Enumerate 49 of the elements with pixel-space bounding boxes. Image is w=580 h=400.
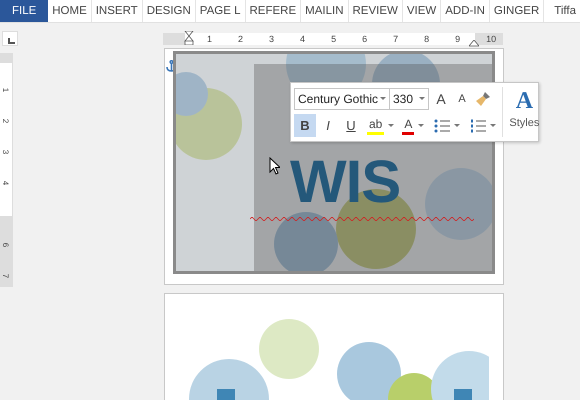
ribbon-tab[interactable]: DESIGN [142, 0, 196, 22]
numbered-list-icon[interactable] [470, 118, 486, 132]
grow-font-button[interactable]: A [432, 90, 450, 106]
ruler-number: 4 [1, 180, 10, 186]
user-name[interactable]: Tiffa [544, 0, 580, 22]
ruler-number: 10 [486, 33, 496, 45]
ruler-number: 1 [207, 33, 212, 45]
dropdown-arrow-icon[interactable] [454, 124, 460, 127]
italic-button[interactable]: I [317, 114, 339, 137]
heading-text: WIS [290, 152, 400, 212]
ruler-number: 3 [1, 150, 10, 154]
ribbon-tab[interactable]: MAILIN [301, 0, 348, 22]
font-size-field[interactable]: 330 [389, 88, 429, 110]
ruler-number: 9 [455, 33, 460, 45]
indent-marker-icon[interactable] [184, 31, 194, 45]
ruler-number: 3 [269, 33, 274, 45]
ruler-number: 8 [424, 33, 430, 45]
ribbon-tab[interactable]: INSERT [92, 0, 143, 22]
font-color-button[interactable]: A [402, 116, 414, 134]
dropdown-arrow-icon[interactable] [490, 124, 496, 127]
underline-button[interactable]: U [340, 114, 362, 137]
styles-button[interactable]: A Styles [502, 87, 540, 137]
mouse-pointer-icon [269, 157, 280, 175]
ruler-number: 2 [238, 33, 244, 45]
ribbon-tab[interactable]: HOME [48, 0, 92, 22]
file-tab[interactable]: FILE [0, 0, 48, 22]
ruler-number: 6 [362, 33, 368, 45]
ribbon-tab[interactable]: REVIEW [348, 0, 403, 22]
ruler-number: 2 [1, 118, 10, 124]
bold-button[interactable]: B [294, 114, 316, 137]
ruler-number: 7 [1, 274, 10, 278]
ribbon-tab[interactable]: REFERE [246, 0, 302, 22]
shrink-font-button[interactable]: A [453, 92, 471, 104]
ribbon-tab[interactable]: VIEW [402, 0, 442, 22]
bullet-list-icon[interactable] [434, 118, 450, 132]
font-name-field[interactable]: Century Gothic [294, 88, 390, 110]
ruler-number: 4 [300, 33, 306, 45]
ruler-number: 5 [331, 33, 336, 45]
paintbrush-icon[interactable] [475, 90, 491, 106]
ruler-number: 1 [1, 88, 10, 92]
tab-selector-button[interactable] [2, 31, 18, 46]
dropdown-arrow-icon[interactable] [418, 124, 424, 127]
highlight-button[interactable]: ab [367, 116, 384, 134]
ruler-number: 6 [1, 242, 10, 248]
dropdown-arrow-icon[interactable] [388, 124, 394, 127]
ribbon-tab[interactable]: GINGER [490, 0, 544, 22]
ribbon-tab[interactable]: ADD-IN [441, 0, 490, 22]
ruler-number: 7 [393, 33, 398, 45]
ribbon-tab[interactable]: PAGE L [196, 0, 246, 22]
